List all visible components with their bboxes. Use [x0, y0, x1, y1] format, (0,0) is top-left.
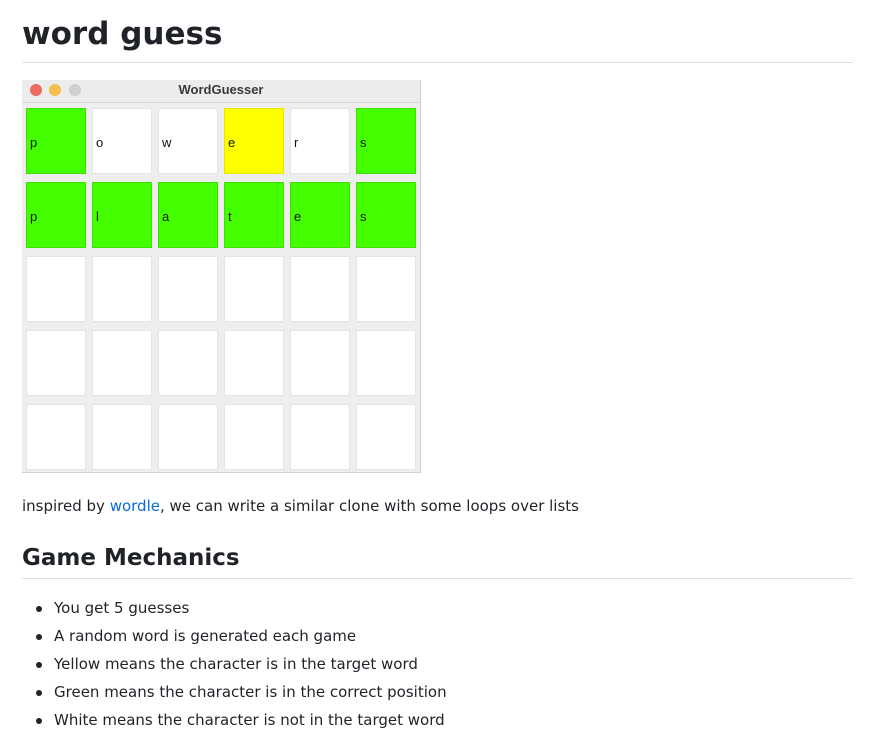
board-cell-r3-c3 — [158, 256, 218, 322]
board-cell-r1-c2: o — [92, 108, 152, 174]
wordguesser-window: WordGuesser p o w e r s p l a t e s — [22, 80, 421, 473]
cell-letter: s — [360, 209, 367, 224]
board-cell-r2-c4: t — [224, 182, 284, 248]
section-divider — [22, 578, 853, 579]
board-cell-r4-c2 — [92, 330, 152, 396]
board-cell-r3-c4 — [224, 256, 284, 322]
board-cell-r3-c6 — [356, 256, 416, 322]
board-cell-r3-c2 — [92, 256, 152, 322]
board-cell-r1-c4: e — [224, 108, 284, 174]
bullet-icon — [36, 662, 42, 668]
cell-letter: e — [228, 135, 236, 150]
board-cell-r5-c3 — [158, 404, 218, 470]
list-item-text: White means the character is not in the … — [54, 711, 445, 729]
list-item-text: Green means the character is in the corr… — [54, 683, 447, 701]
board-cell-r4-c3 — [158, 330, 218, 396]
board-cell-r5-c4 — [224, 404, 284, 470]
cell-letter: t — [228, 209, 232, 224]
list-item: Green means the character is in the corr… — [22, 680, 447, 708]
intro-text-before: inspired by — [22, 497, 110, 515]
page-title: word guess — [22, 16, 223, 52]
board-cell-r2-c2: l — [92, 182, 152, 248]
board-cell-r5-c2 — [92, 404, 152, 470]
board-cell-r4-c4 — [224, 330, 284, 396]
board-cell-r2-c5: e — [290, 182, 350, 248]
wordle-link[interactable]: wordle — [110, 497, 160, 515]
board-cell-r5-c1 — [26, 404, 86, 470]
board-cell-r1-c1: p — [26, 108, 86, 174]
board-cell-r5-c6 — [356, 404, 416, 470]
board-cell-r2-c3: a — [158, 182, 218, 248]
window-titlebar[interactable]: WordGuesser — [22, 80, 420, 103]
bullet-icon — [36, 634, 42, 640]
cell-letter: a — [162, 209, 170, 224]
cell-letter: l — [96, 209, 99, 224]
list-item-text: A random word is generated each game — [54, 627, 357, 645]
board-cell-r5-c5 — [290, 404, 350, 470]
cell-letter: o — [96, 135, 104, 150]
board-cell-r2-c6: s — [356, 182, 416, 248]
list-item-text: You get 5 guesses — [54, 599, 190, 617]
board-cell-r3-c1 — [26, 256, 86, 322]
board-cell-r4-c6 — [356, 330, 416, 396]
cell-letter: e — [294, 209, 302, 224]
cell-letter: w — [162, 135, 172, 150]
mechanics-list: You get 5 guesses A random word is gener… — [22, 596, 447, 736]
cell-letter: s — [360, 135, 367, 150]
list-item-text: Yellow means the character is in the tar… — [54, 655, 418, 673]
cell-letter: p — [30, 135, 38, 150]
list-item: Yellow means the character is in the tar… — [22, 652, 447, 680]
board-cell-r1-c5: r — [290, 108, 350, 174]
list-item: A random word is generated each game — [22, 624, 447, 652]
intro-text-after: , we can write a similar clone with some… — [159, 497, 579, 515]
section-title-game-mechanics: Game Mechanics — [22, 545, 240, 571]
cell-letter: p — [30, 209, 38, 224]
list-item: You get 5 guesses — [22, 596, 447, 624]
board-cell-r1-c6: s — [356, 108, 416, 174]
board-cell-r3-c5 — [290, 256, 350, 322]
bullet-icon — [36, 606, 42, 612]
title-divider — [22, 62, 853, 63]
board-cell-r1-c3: w — [158, 108, 218, 174]
board-cell-r4-c1 — [26, 330, 86, 396]
bullet-icon — [36, 718, 42, 724]
cell-letter: r — [294, 135, 299, 150]
bullet-icon — [36, 690, 42, 696]
list-item: White means the character is not in the … — [22, 708, 447, 736]
window-title: WordGuesser — [178, 82, 264, 97]
board-cell-r4-c5 — [290, 330, 350, 396]
intro-paragraph: inspired by wordle, we can write a simil… — [22, 496, 579, 516]
board-cell-r2-c1: p — [26, 182, 86, 248]
